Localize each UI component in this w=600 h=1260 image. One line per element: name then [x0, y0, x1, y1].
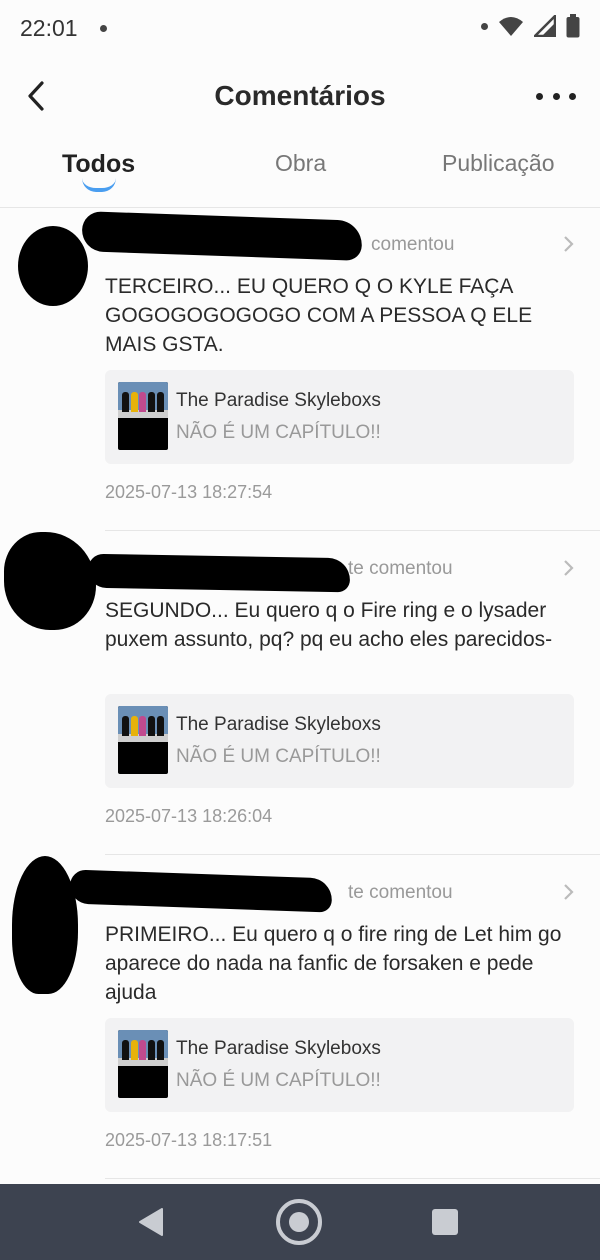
tab-publicacao[interactable]: Publicação — [442, 150, 555, 177]
redacted-username — [69, 869, 333, 913]
tab-todos[interactable]: Todos — [62, 150, 135, 179]
comment-action: te comentou — [348, 882, 453, 903]
status-icons — [481, 14, 580, 38]
work-card[interactable]: The Paradise Skyleboxs NÃO É UM CAPÍTULO… — [105, 370, 574, 464]
comment-item[interactable]: te comentou SEGUNDO... Eu quero q o Fire… — [0, 532, 600, 856]
work-subtitle: NÃO É UM CAPÍTULO!! — [176, 422, 381, 443]
redacted-username — [81, 211, 363, 261]
work-cover-image — [118, 382, 168, 450]
active-tab-indicator — [82, 178, 116, 192]
redacted-avatar — [12, 856, 78, 994]
nav-home-icon[interactable] — [276, 1199, 322, 1245]
back-arrow-icon[interactable] — [20, 78, 56, 114]
work-subtitle: NÃO É UM CAPÍTULO!! — [176, 746, 381, 767]
work-title: The Paradise Skyleboxs — [176, 714, 381, 735]
redacted-avatar — [4, 532, 96, 630]
comment-item[interactable]: te comentou PRIMEIRO... Eu quero q o fir… — [0, 856, 600, 1180]
chevron-right-icon[interactable] — [562, 882, 576, 902]
notification-dot-icon — [481, 22, 488, 30]
chevron-right-icon[interactable] — [562, 558, 576, 578]
comment-text: PRIMEIRO... Eu quero q o fire ring de Le… — [105, 923, 562, 1004]
divider — [105, 854, 600, 855]
work-title: The Paradise Skyleboxs — [176, 1038, 381, 1059]
comment-text: SEGUNDO... Eu quero q o Fire ring e o ly… — [105, 599, 553, 651]
chevron-right-icon[interactable] — [562, 234, 576, 254]
work-title: The Paradise Skyleboxs — [176, 390, 381, 411]
more-options-icon[interactable] — [536, 82, 576, 110]
system-nav-bar — [0, 1184, 600, 1260]
work-cover-image — [118, 1030, 168, 1098]
comment-timestamp: 2025-07-13 18:17:51 — [105, 1130, 273, 1150]
dot — [552, 92, 560, 100]
comment-text: TERCEIRO... EU QUERO Q O KYLE FAÇA GOGOG… — [105, 275, 533, 356]
wifi-icon — [499, 17, 523, 36]
comment-item[interactable]: comentou TERCEIRO... EU QUERO Q O KYLE F… — [0, 208, 600, 532]
divider — [105, 530, 600, 531]
status-bar: 22:01 — [0, 0, 600, 56]
signal-icon — [534, 15, 556, 37]
comment-action: te comentou — [348, 558, 453, 579]
tab-bar: Todos Obra Publicação — [0, 140, 600, 208]
comment-timestamp: 2025-07-13 18:26:04 — [105, 806, 273, 826]
page-title: Comentários — [214, 80, 386, 111]
work-subtitle: NÃO É UM CAPÍTULO!! — [176, 1070, 381, 1091]
dot — [536, 92, 543, 100]
redacted-username — [87, 553, 351, 593]
notification-dot-icon — [99, 24, 107, 32]
comment-action: comentou — [371, 234, 455, 255]
battery-icon — [566, 14, 580, 38]
nav-recent-apps-icon[interactable] — [432, 1209, 458, 1235]
divider — [105, 1178, 600, 1179]
comment-timestamp: 2025-07-13 18:27:54 — [105, 482, 273, 502]
header: Comentários — [0, 64, 600, 128]
work-card[interactable]: The Paradise Skyleboxs NÃO É UM CAPÍTULO… — [105, 1018, 574, 1112]
nav-back-icon[interactable] — [136, 1206, 166, 1238]
redacted-avatar — [18, 226, 88, 306]
work-cover-image — [118, 706, 168, 774]
status-time: 22:01 — [20, 14, 78, 41]
tab-obra[interactable]: Obra — [275, 150, 326, 177]
work-card[interactable]: The Paradise Skyleboxs NÃO É UM CAPÍTULO… — [105, 694, 574, 788]
dot — [569, 92, 576, 100]
